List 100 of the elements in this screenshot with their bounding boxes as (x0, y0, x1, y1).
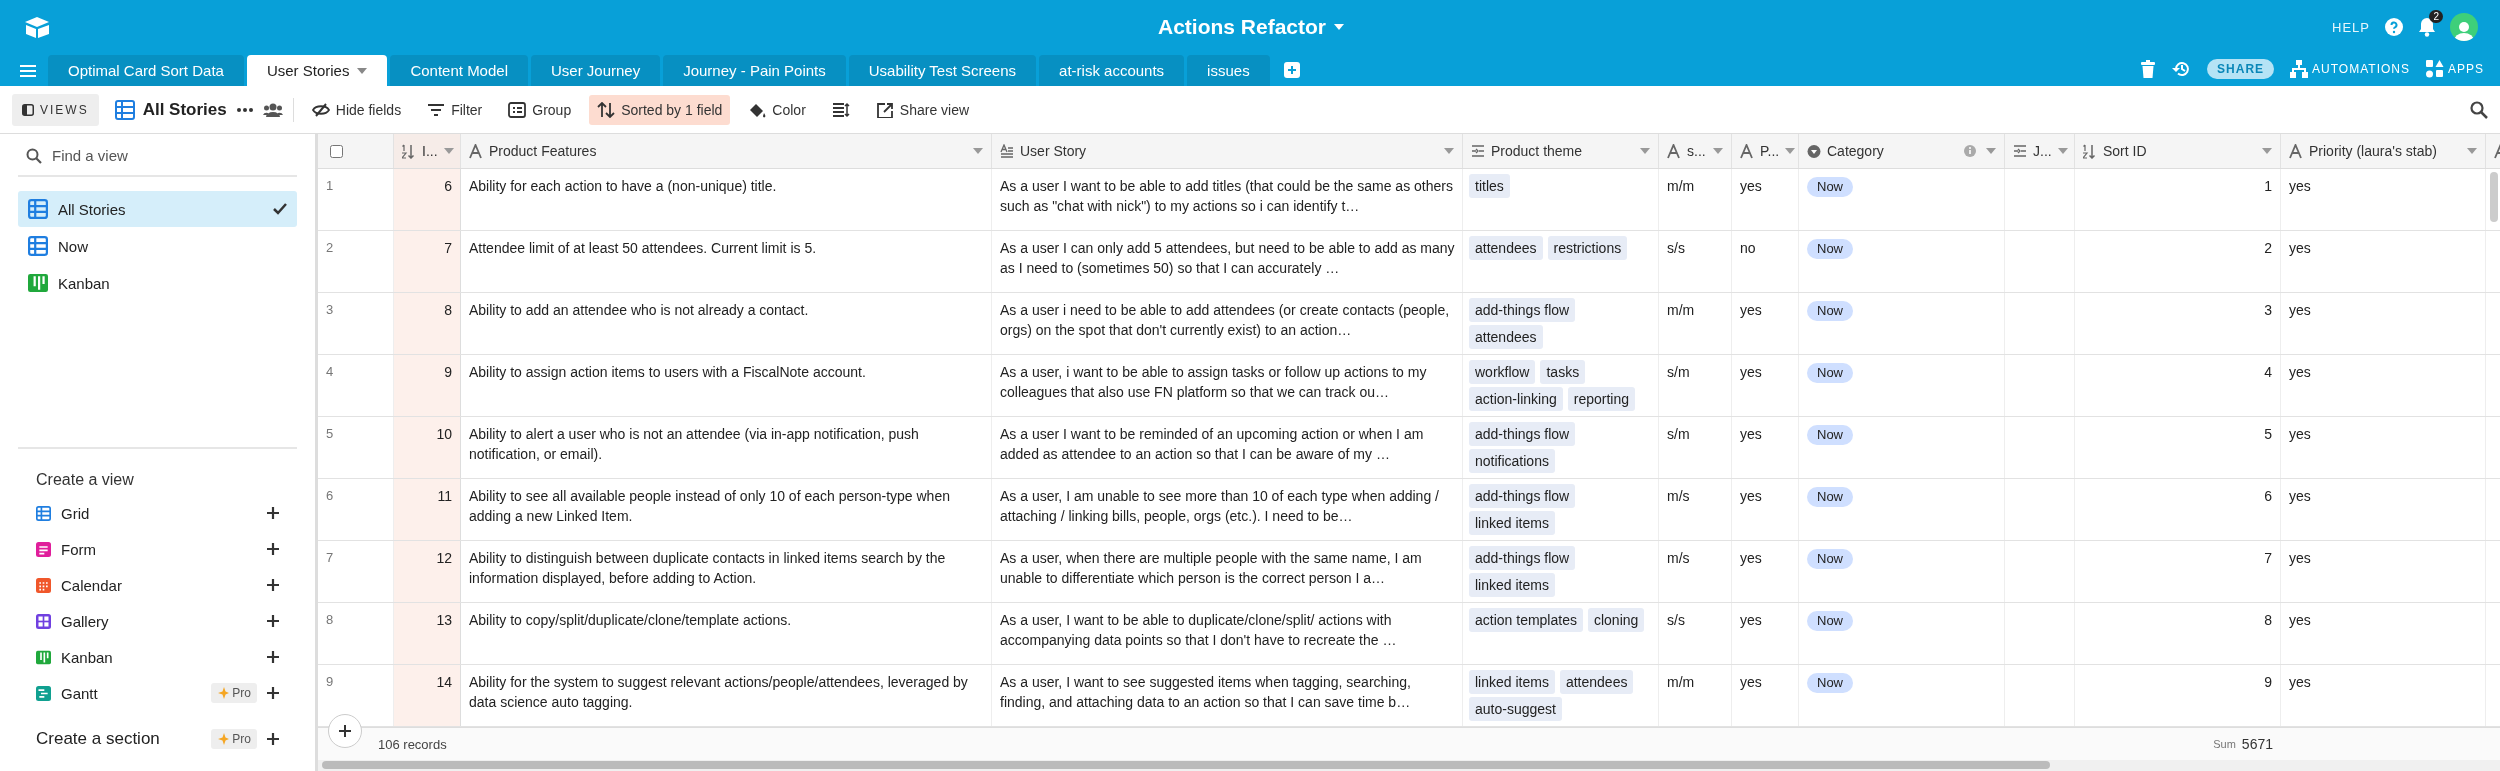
plus-icon[interactable] (267, 507, 279, 519)
help-icon[interactable] (2384, 17, 2404, 37)
table-cell: yes (1732, 355, 1799, 416)
number-sort-icon (402, 143, 416, 159)
create-section-link[interactable]: Create a section (36, 729, 160, 749)
plus-icon[interactable] (267, 651, 279, 663)
select-all-checkbox[interactable] (330, 144, 343, 158)
tag: titles (1469, 174, 1510, 198)
horizontal-scrollbar[interactable] (322, 761, 2050, 769)
view-item[interactable]: Kanban (18, 265, 297, 301)
dropdown-caret-icon (1444, 148, 1454, 154)
create-view-item[interactable]: Form (36, 531, 279, 567)
menu-icon (20, 64, 36, 78)
table-cell: Ability to copy/split/duplicate/clone/template actions. (461, 603, 992, 664)
category-tag: Now (1807, 301, 1853, 321)
column-header[interactable]: Category (1799, 134, 2005, 168)
table-cell: 8 (2075, 603, 2281, 664)
history-icon[interactable] (2171, 60, 2192, 78)
filter-icon (427, 101, 446, 118)
column-header[interactable]: Priority (laura's stab) (2281, 134, 2486, 168)
group-button[interactable]: Group (500, 94, 580, 125)
table-tab[interactable]: User Journey (531, 55, 661, 86)
tag: workflow (1469, 360, 1536, 384)
hide-fields-button[interactable]: Hide fields (303, 94, 410, 125)
multi-select-icon (2013, 143, 2027, 159)
more-icon[interactable] (236, 107, 253, 112)
create-view-item[interactable]: Grid (36, 495, 279, 531)
plus-icon[interactable] (267, 579, 279, 591)
table-cell: As a user I want to be reminded of an upcoming action or when I am added as attendee to an action so that I can be aware of my … (992, 417, 1463, 478)
view-item[interactable]: Now (18, 228, 297, 264)
tag: tasks (1540, 360, 1586, 384)
people-icon[interactable] (262, 102, 283, 117)
table-cell: As a user i need to be able to add attendees (or create contacts (people, orgs) on the spot that don't currently exist) to an action… (992, 293, 1463, 354)
plus-icon[interactable] (267, 615, 279, 627)
create-view-item[interactable]: Calendar (36, 567, 279, 603)
category-tag: Now (1807, 549, 1853, 569)
table-cell: 7 (394, 231, 461, 292)
add-record-button[interactable] (328, 714, 362, 748)
create-view-item[interactable]: Gallery (36, 603, 279, 639)
vertical-scrollbar[interactable] (2490, 172, 2498, 222)
table-cell: yes (2281, 293, 2486, 354)
create-view-item[interactable]: Kanban (36, 639, 279, 675)
table-cell: Attendee limit of at least 50 attendees. Current limit is 5. (461, 231, 992, 292)
view-item[interactable]: All Stories (18, 191, 297, 227)
column-header[interactable]: User Story (992, 134, 1463, 168)
filter-button[interactable]: Filter (419, 94, 491, 125)
table-tab[interactable]: issues (1187, 55, 1270, 86)
create-view-item[interactable]: Gantt Pro (36, 675, 279, 711)
sparkle-icon (217, 687, 230, 699)
pro-badge: Pro (211, 683, 257, 703)
sort-button[interactable]: Sorted by 1 field (589, 94, 731, 125)
column-header[interactable]: P... (1732, 134, 1799, 168)
table-cell: yes (1732, 417, 1799, 478)
plus-icon[interactable] (267, 733, 279, 745)
table-cell: m/m (1659, 169, 1732, 230)
plus-icon[interactable] (267, 687, 279, 699)
eye-slash-icon (311, 101, 330, 118)
find-view-field[interactable]: Find a view (50, 146, 270, 165)
section-heading: Create a view (36, 471, 135, 489)
paint-bucket-icon (748, 101, 767, 118)
column-header[interactable]: Product theme (1463, 134, 1659, 168)
bell-icon[interactable] (2418, 17, 2436, 37)
column-header[interactable]: Product Features (461, 134, 992, 168)
column-header[interactable]: s... (1659, 134, 1732, 168)
table-tab[interactable]: at-risk accounts (1039, 55, 1185, 86)
table-cell: Ability to assign action items to users with a FiscalNote account. (461, 355, 992, 416)
table-tab[interactable]: Journey - Pain Points (663, 55, 846, 86)
table-cell: Ability to distinguish between duplicate contacts in linked items search by the information displayed, before adding to Action. (461, 541, 992, 602)
gallery-icon (36, 613, 51, 629)
table-cell: m/s (1659, 541, 1732, 602)
plus-icon[interactable] (267, 543, 279, 555)
avatar[interactable] (2450, 13, 2478, 41)
cube-logo-icon[interactable] (24, 16, 50, 38)
grid-icon (28, 236, 48, 256)
views-button[interactable]: VIEWS (12, 93, 99, 126)
table-tab[interactable]: Optimal Card Sort Data (48, 55, 244, 86)
dropdown-caret-icon (1785, 148, 1796, 154)
table-tab[interactable]: Usability Test Screens (848, 55, 1037, 86)
table-cell: yes (2281, 665, 2486, 726)
table-cell: 5 (2075, 417, 2281, 478)
column-header[interactable]: Sort ID (2075, 134, 2281, 168)
dropdown-caret-icon (1713, 148, 1723, 154)
text-field-icon (2289, 143, 2303, 159)
table-cell: yes (2281, 231, 2486, 292)
shapes-icon (2426, 60, 2444, 78)
dropdown-caret-icon (2262, 148, 2272, 154)
table-cell: 9 (2075, 665, 2281, 726)
view-name[interactable]: All Stories (142, 99, 227, 120)
table-tab[interactable]: Content Model (390, 55, 528, 86)
color-button[interactable]: Color (740, 94, 814, 125)
tag: action-linking (1469, 387, 1563, 411)
dropdown-circle-icon (1807, 143, 1821, 159)
table-tab[interactable]: User Stories (246, 55, 388, 86)
search-icon[interactable] (2470, 100, 2488, 119)
share-view-button[interactable]: Share view (867, 94, 978, 125)
column-header[interactable]: J... (2005, 134, 2075, 168)
trash-icon[interactable] (2141, 60, 2156, 78)
flowchart-icon (2290, 60, 2309, 78)
column-header[interactable]: I... (394, 134, 461, 168)
table-cell: As a user, i want to be able to assign tasks or follow up actions to my colleagues that also use FN platform so that we can track ou… (992, 355, 1463, 416)
